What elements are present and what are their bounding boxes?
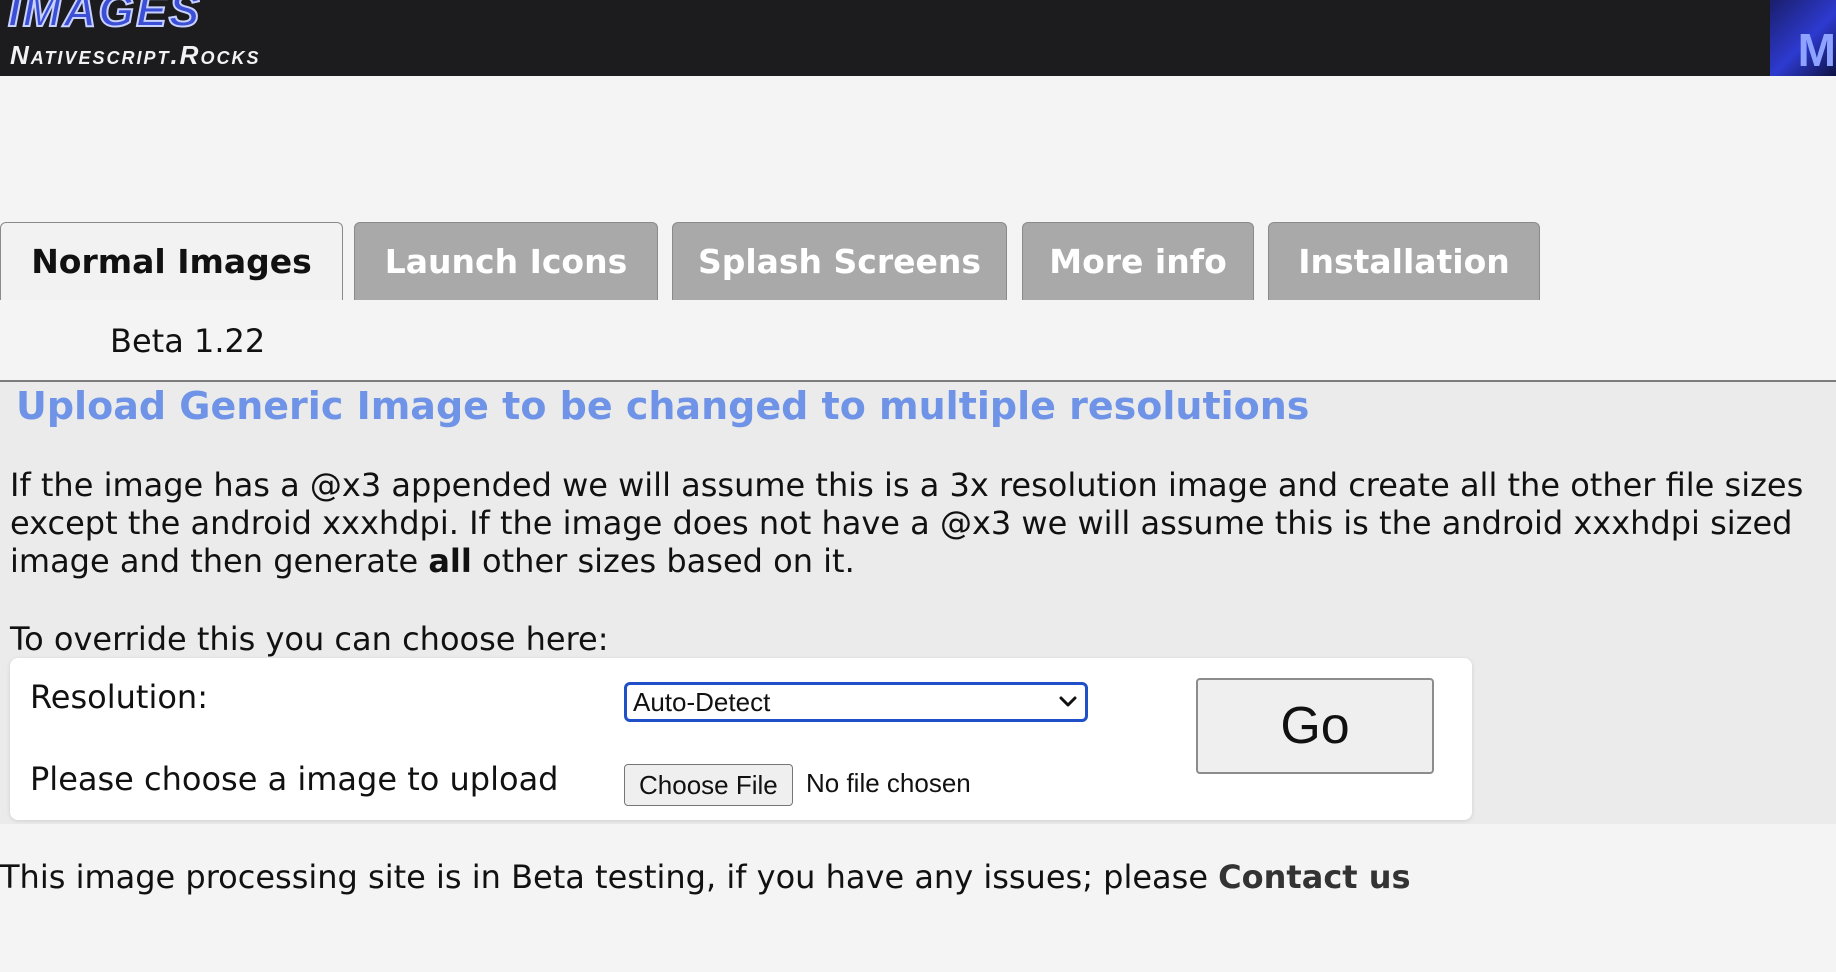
upload-label: Please choose a image to upload bbox=[30, 760, 559, 798]
chevron-down-icon bbox=[1057, 691, 1079, 713]
page-title: Upload Generic Image to be changed to mu… bbox=[16, 384, 1310, 428]
logo-title[interactable]: Images bbox=[7, 0, 201, 35]
tab-bar: Normal Images Launch Icons Splash Screen… bbox=[0, 222, 1600, 302]
upload-form: Resolution: Auto-Detect Please choose a … bbox=[10, 658, 1472, 820]
tab-launch-icons[interactable]: Launch Icons bbox=[354, 222, 658, 300]
footer-notice: This image processing site is in Beta te… bbox=[0, 858, 1411, 896]
site-header: Images Nativescript.Rocks M bbox=[0, 0, 1836, 76]
description: If the image has a @x3 appended we will … bbox=[10, 466, 1830, 580]
contact-link[interactable]: Contact us bbox=[1218, 858, 1410, 896]
go-button[interactable]: Go bbox=[1196, 678, 1434, 774]
upload-panel: Upload Generic Image to be changed to mu… bbox=[0, 380, 1836, 824]
resolution-select-value: Auto-Detect bbox=[633, 686, 771, 717]
tab-more-info[interactable]: More info bbox=[1022, 222, 1254, 300]
description-part-2: other sizes based on it. bbox=[471, 542, 855, 580]
description-emphasis: all bbox=[428, 542, 472, 580]
resolution-label: Resolution: bbox=[30, 678, 208, 716]
choose-file-button[interactable]: Choose File bbox=[624, 764, 793, 806]
description-part-1: If the image has a @x3 appended we will … bbox=[10, 466, 1804, 580]
file-status: No file chosen bbox=[806, 768, 971, 798]
logo-subtitle[interactable]: Nativescript.Rocks bbox=[10, 40, 260, 71]
resolution-select[interactable]: Auto-Detect bbox=[624, 682, 1088, 722]
override-text: To override this you can choose here: bbox=[10, 620, 609, 658]
version-label: Beta 1.22 bbox=[110, 322, 266, 360]
footer-text: This image processing site is in Beta te… bbox=[0, 858, 1219, 896]
tab-normal-images[interactable]: Normal Images bbox=[0, 222, 343, 300]
tab-splash-screens[interactable]: Splash Screens bbox=[672, 222, 1007, 300]
corner-logo[interactable]: M bbox=[1770, 0, 1836, 76]
tab-installation[interactable]: Installation bbox=[1268, 222, 1540, 300]
